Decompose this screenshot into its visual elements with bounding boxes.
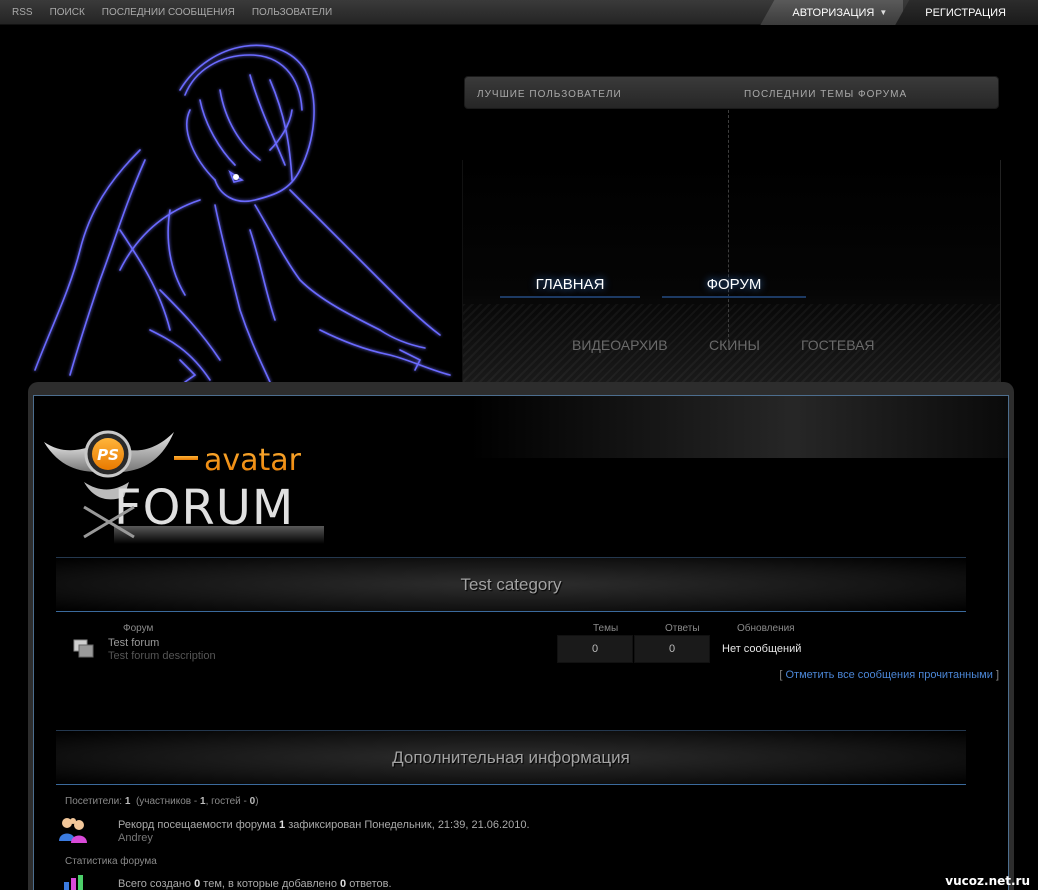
visitors-line: Посетители: 1 (участников - 1, гостей - … (65, 796, 259, 807)
bracket-open: [ (779, 669, 783, 681)
category-header: Test category (56, 557, 966, 612)
panel-divider (728, 110, 729, 342)
forum-replies-count: 0 (634, 635, 710, 663)
extra-info-title: Дополнительная информация (392, 747, 630, 767)
visitors-total: 1 (124, 796, 131, 807)
column-topics: Темы (593, 623, 619, 634)
header-sheen (470, 396, 1008, 458)
stats-prefix: Всего создано (118, 878, 192, 890)
stats-label: Статистика форума (65, 856, 157, 867)
forum-title-link[interactable]: Test forum (108, 637, 159, 649)
stats-suffix: ответов. (349, 878, 392, 890)
auth-box: Авторизация ▼ Регистрация (760, 0, 1038, 25)
column-forum: Форум (123, 623, 154, 634)
register-button[interactable]: Регистрация (895, 0, 1038, 25)
users-online-icon (59, 818, 87, 843)
category-title[interactable]: Test category (460, 575, 561, 595)
forum-last-post: Нет сообщений (722, 643, 802, 655)
mark-all-read-link[interactable]: Отметить все сообщения прочитанными (786, 669, 993, 681)
guests-label: , гостей - (205, 796, 247, 807)
close-paren: ) (255, 796, 259, 807)
search-link[interactable]: Поиск (50, 7, 85, 18)
top-nav: RSS Поиск Последнии сообщения Пользовате… (12, 0, 332, 25)
mark-read-wrapper: [ Отметить все сообщения прочитанными ] (779, 669, 999, 681)
stats-topics: 0 (194, 878, 201, 890)
stats-chart-icon (64, 875, 83, 890)
nav-home[interactable]: Главная (500, 272, 640, 298)
nav-guestbook[interactable]: Гостевая (801, 337, 875, 353)
logo-line1: avatar (204, 443, 302, 478)
forum-topics-count: 0 (557, 635, 633, 663)
record-line: Рекорд посещаемости форума 1 зафиксирова… (118, 819, 530, 831)
watermark: vucoz.net.ru (945, 874, 1030, 888)
visitors-label: Посетители: (65, 796, 123, 807)
login-button[interactable]: Авторизация ▼ (760, 0, 904, 25)
latest-posts-link[interactable]: Последнии сообщения (102, 7, 235, 18)
chevron-down-icon: ▼ (879, 8, 888, 17)
extra-info-header: Дополнительная информация (56, 730, 966, 785)
stats-line: Всего создано 0 тем, в которые добавлено… (118, 878, 392, 890)
stats-middle: тем, в которые добавлено (203, 878, 337, 890)
users-link[interactable]: Пользователи (252, 7, 332, 18)
login-label: Авторизация (792, 6, 875, 19)
best-users-tab[interactable]: Лучшие пользователи (477, 89, 622, 100)
latest-topics-tab[interactable]: Последнии темы форума (744, 89, 907, 100)
record-suffix: зафиксирован Понедельник, 21:39, 21.06.2… (288, 819, 530, 831)
nav-video[interactable]: Видеоархив (572, 337, 668, 353)
register-label: Регистрация (925, 6, 1006, 19)
eye-glow (233, 174, 239, 180)
forum-description: Test forum description (108, 650, 216, 662)
members-label: (участников - (135, 796, 198, 807)
column-replies: Ответы (665, 623, 700, 634)
bracket-close: ] (995, 669, 999, 681)
stats-replies: 0 (340, 878, 347, 890)
site-logo[interactable]: PS avatar FORUM (44, 422, 334, 547)
top-bar: RSS Поиск Последнии сообщения Пользовате… (0, 0, 1038, 25)
info-panel: Лучшие пользователи Последнии темы форум… (464, 76, 999, 109)
nav-forum[interactable]: Форум (662, 272, 806, 298)
record-count: 1 (279, 819, 286, 831)
nav-skins[interactable]: Скины (709, 337, 760, 353)
rss-link[interactable]: RSS (12, 7, 33, 18)
record-prefix: Рекорд посещаемости форума (118, 819, 276, 831)
logo-badge: PS (97, 446, 119, 464)
column-updates: Обновления (737, 623, 795, 634)
hero-character-illustration (34, 44, 451, 382)
forum-folder-icon (73, 639, 94, 658)
record-user[interactable]: Andrey (118, 832, 153, 844)
